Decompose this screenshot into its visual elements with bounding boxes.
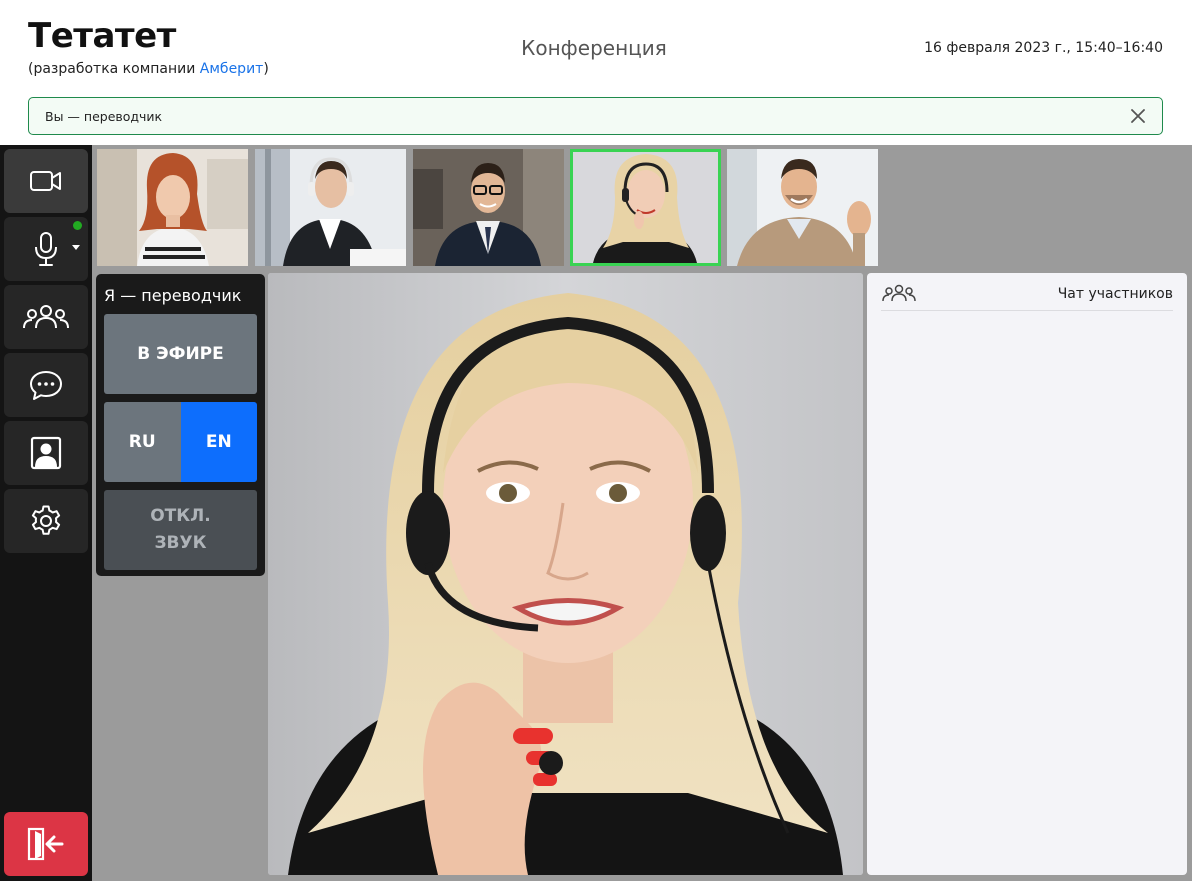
conference-datetime: 16 февраля 2023 г., 15:40–16:40 (924, 40, 1163, 56)
participants-icon[interactable] (881, 283, 917, 303)
conference-area: Я — переводчик В ЭФИРЕ RU EN ОТКЛ. ЗВУК (0, 145, 1192, 881)
participant-thumbnail[interactable] (727, 149, 878, 266)
main-video (268, 273, 863, 875)
microphone-button[interactable] (4, 217, 88, 281)
mute-label-line2: ЗВУК (154, 533, 207, 553)
chat-button[interactable] (4, 353, 88, 417)
profile-button[interactable] (4, 421, 88, 485)
participant-thumbnail[interactable] (413, 149, 564, 266)
chat-bubble-icon (30, 371, 62, 400)
portrait-icon (30, 436, 62, 470)
microphone-icon (35, 232, 57, 266)
chat-panel: Чат участников (867, 273, 1187, 875)
chat-title: Чат участников (1057, 286, 1173, 302)
chat-header: Чат участников (881, 283, 1173, 311)
participants-icon (23, 305, 69, 329)
mic-status-dot (73, 221, 82, 230)
interpreter-panel: Я — переводчик В ЭФИРЕ RU EN ОТКЛ. ЗВУК (96, 274, 265, 576)
camera-button[interactable] (4, 149, 88, 213)
language-ru-button[interactable]: RU (104, 402, 181, 482)
role-alert: Вы — переводчик (28, 97, 1163, 135)
subtitle-suffix: ) (263, 61, 269, 77)
gear-icon (31, 505, 61, 535)
exit-icon (27, 827, 64, 861)
language-en-button[interactable]: EN (180, 402, 257, 482)
chevron-down-icon[interactable] (72, 245, 80, 250)
header: Тетатет (разработка компании Амберит) Ко… (0, 0, 1192, 145)
participant-thumbnail[interactable] (97, 149, 248, 266)
participant-thumbnail-selected[interactable] (570, 149, 721, 266)
participants-button[interactable] (4, 285, 88, 349)
leave-conference-button[interactable] (4, 812, 88, 876)
mute-sound-button[interactable]: ОТКЛ. ЗВУК (104, 490, 257, 570)
participant-thumbnail[interactable] (255, 149, 406, 266)
company-link[interactable]: Амберит (200, 61, 264, 77)
subtitle-prefix: (разработка компании (28, 61, 200, 77)
interpreter-panel-title: Я — переводчик (104, 286, 242, 305)
mute-label-line1: ОТКЛ. (150, 505, 211, 526)
language-toggle: RU EN (104, 402, 257, 482)
settings-button[interactable] (4, 489, 88, 553)
on-air-button[interactable]: В ЭФИРЕ (104, 314, 257, 394)
brand-subtitle: (разработка компании Амберит) (28, 61, 269, 77)
sidebar (0, 145, 92, 881)
close-icon[interactable] (1128, 106, 1148, 126)
alert-text: Вы — переводчик (45, 109, 163, 124)
video-camera-icon (30, 171, 61, 191)
